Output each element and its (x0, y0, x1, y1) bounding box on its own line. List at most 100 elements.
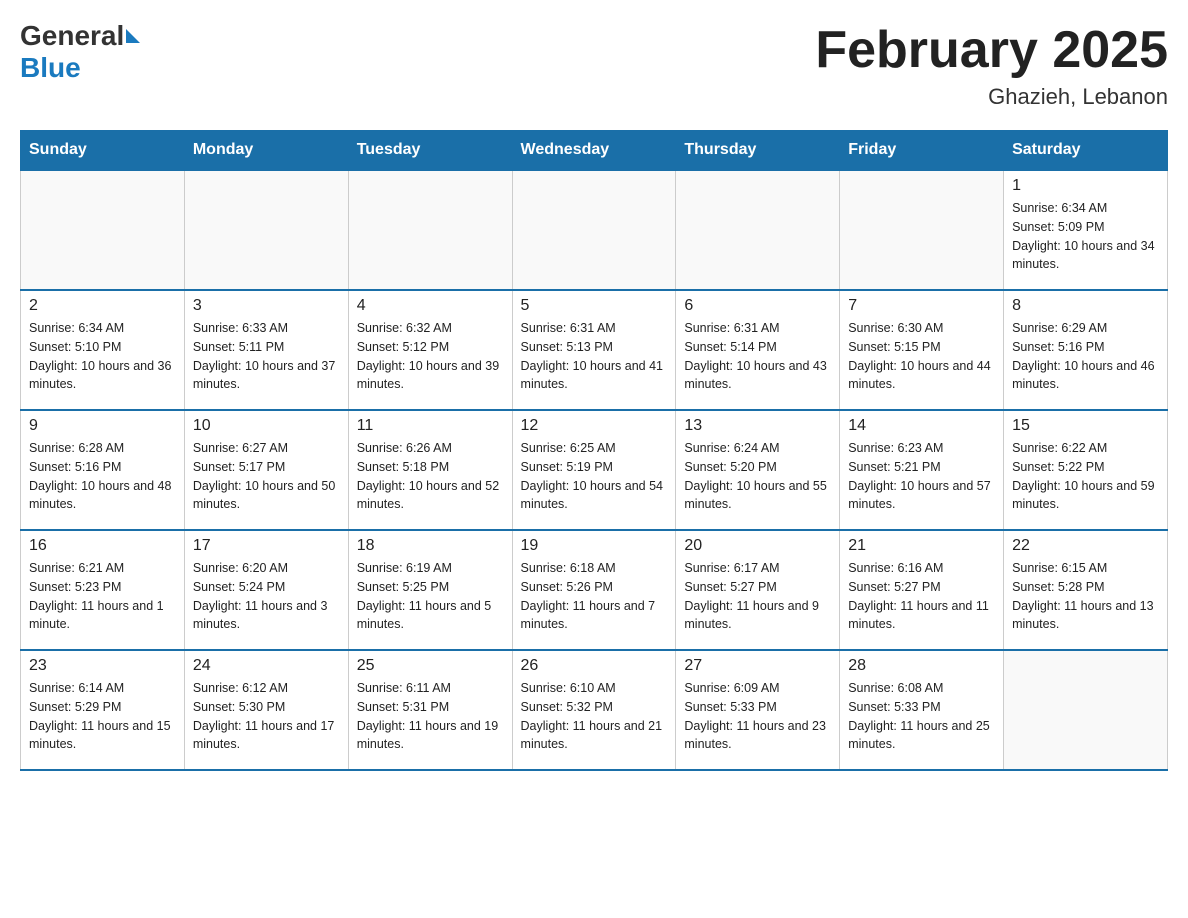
day-number: 15 (1012, 417, 1159, 435)
day-number: 16 (29, 537, 176, 555)
calendar-header-saturday: Saturday (1004, 131, 1168, 171)
day-info: Sunrise: 6:23 AMSunset: 5:21 PMDaylight:… (848, 439, 995, 514)
day-number: 5 (521, 297, 668, 315)
calendar-cell (184, 170, 348, 290)
calendar-cell: 2Sunrise: 6:34 AMSunset: 5:10 PMDaylight… (21, 290, 185, 410)
calendar-week-row: 9 Sunrise: 6:28 AMSunset: 5:16 PMDaylight… (21, 410, 1168, 530)
day-number: 18 (357, 537, 504, 555)
month-title: February 2025 (815, 20, 1168, 80)
day-info: Sunrise: 6:32 AMSunset: 5:12 PMDaylight:… (357, 319, 504, 394)
calendar-header-thursday: Thursday (676, 131, 840, 171)
calendar-week-row: 1 Sunrise: 6:34 AMSunset: 5:09 PMDaylight… (21, 170, 1168, 290)
calendar-header-tuesday: Tuesday (348, 131, 512, 171)
day-info: Sunrise: 6:18 AMSunset: 5:26 PMDaylight:… (521, 559, 668, 634)
logo-blue-text: Blue (20, 52, 81, 83)
day-number: 2 (29, 297, 176, 315)
day-info: Sunrise: 6:09 AMSunset: 5:33 PMDaylight:… (684, 679, 831, 754)
calendar-cell: 3Sunrise: 6:33 AMSunset: 5:11 PMDaylight… (184, 290, 348, 410)
day-info: Sunrise: 6:12 AMSunset: 5:30 PMDaylight:… (193, 679, 340, 754)
calendar-cell: 11 Sunrise: 6:26 AMSunset: 5:18 PMDayligh… (348, 410, 512, 530)
calendar-cell: 12 Sunrise: 6:25 AMSunset: 5:19 PMDayligh… (512, 410, 676, 530)
day-number: 9 (29, 417, 176, 435)
calendar-cell (1004, 650, 1168, 770)
page-header: General Blue February 2025 Ghazieh, Leba… (20, 20, 1168, 110)
calendar-cell (348, 170, 512, 290)
day-number: 8 (1012, 297, 1159, 315)
day-info: Sunrise: 6:16 AMSunset: 5:27 PMDaylight:… (848, 559, 995, 634)
day-number: 28 (848, 657, 995, 675)
day-info: Sunrise: 6:31 AMSunset: 5:14 PMDaylight:… (684, 319, 831, 394)
day-info: Sunrise: 6:29 AMSunset: 5:16 PMDaylight:… (1012, 319, 1159, 394)
day-number: 20 (684, 537, 831, 555)
calendar-cell: 28Sunrise: 6:08 AMSunset: 5:33 PMDayligh… (840, 650, 1004, 770)
calendar-cell (512, 170, 676, 290)
calendar-cell: 14 Sunrise: 6:23 AMSunset: 5:21 PMDayligh… (840, 410, 1004, 530)
day-info: Sunrise: 6:27 AMSunset: 5:17 PMDaylight:… (193, 439, 340, 514)
logo-general-text: General (20, 20, 124, 52)
calendar-cell: 17Sunrise: 6:20 AMSunset: 5:24 PMDayligh… (184, 530, 348, 650)
calendar-cell: 20 Sunrise: 6:17 AMSunset: 5:27 PMDayligh… (676, 530, 840, 650)
calendar-header-sunday: Sunday (21, 131, 185, 171)
day-number: 4 (357, 297, 504, 315)
calendar-cell (676, 170, 840, 290)
day-info: Sunrise: 6:25 AMSunset: 5:19 PMDaylight:… (521, 439, 668, 514)
calendar-cell: 19 Sunrise: 6:18 AMSunset: 5:26 PMDayligh… (512, 530, 676, 650)
calendar-cell: 15 Sunrise: 6:22 AMSunset: 5:22 PMDayligh… (1004, 410, 1168, 530)
day-info: Sunrise: 6:11 AMSunset: 5:31 PMDaylight:… (357, 679, 504, 754)
calendar-cell: 16Sunrise: 6:21 AMSunset: 5:23 PMDayligh… (21, 530, 185, 650)
calendar-cell: 21 Sunrise: 6:16 AMSunset: 5:27 PMDayligh… (840, 530, 1004, 650)
day-number: 21 (848, 537, 995, 555)
day-info: Sunrise: 6:31 AMSunset: 5:13 PMDaylight:… (521, 319, 668, 394)
day-number: 14 (848, 417, 995, 435)
day-number: 13 (684, 417, 831, 435)
calendar-cell: 9 Sunrise: 6:28 AMSunset: 5:16 PMDaylight… (21, 410, 185, 530)
day-info: Sunrise: 6:14 AMSunset: 5:29 PMDaylight:… (29, 679, 176, 754)
calendar-cell: 27 Sunrise: 6:09 AMSunset: 5:33 PMDayligh… (676, 650, 840, 770)
logo-arrow-icon (126, 29, 140, 43)
day-info: Sunrise: 6:26 AMSunset: 5:18 PMDaylight:… (357, 439, 504, 514)
calendar-cell: 1 Sunrise: 6:34 AMSunset: 5:09 PMDaylight… (1004, 170, 1168, 290)
calendar-week-row: 23Sunrise: 6:14 AMSunset: 5:29 PMDayligh… (21, 650, 1168, 770)
day-info: Sunrise: 6:28 AMSunset: 5:16 PMDaylight:… (29, 439, 176, 514)
calendar-cell: 10Sunrise: 6:27 AMSunset: 5:17 PMDayligh… (184, 410, 348, 530)
day-number: 7 (848, 297, 995, 315)
day-number: 27 (684, 657, 831, 675)
day-number: 25 (357, 657, 504, 675)
calendar-table: SundayMondayTuesdayWednesdayThursdayFrid… (20, 130, 1168, 771)
calendar-cell: 24 Sunrise: 6:12 AMSunset: 5:30 PMDayligh… (184, 650, 348, 770)
calendar-cell: 18Sunrise: 6:19 AMSunset: 5:25 PMDayligh… (348, 530, 512, 650)
day-number: 24 (193, 657, 340, 675)
day-number: 1 (1012, 177, 1159, 195)
day-number: 11 (357, 417, 504, 435)
day-info: Sunrise: 6:34 AMSunset: 5:09 PMDaylight:… (1012, 199, 1159, 274)
calendar-header-wednesday: Wednesday (512, 131, 676, 171)
logo: General Blue (20, 20, 142, 84)
day-info: Sunrise: 6:22 AMSunset: 5:22 PMDaylight:… (1012, 439, 1159, 514)
calendar-cell: 5 Sunrise: 6:31 AMSunset: 5:13 PMDaylight… (512, 290, 676, 410)
calendar-week-row: 16Sunrise: 6:21 AMSunset: 5:23 PMDayligh… (21, 530, 1168, 650)
day-info: Sunrise: 6:30 AMSunset: 5:15 PMDaylight:… (848, 319, 995, 394)
calendar-header-friday: Friday (840, 131, 1004, 171)
calendar-cell: 25 Sunrise: 6:11 AMSunset: 5:31 PMDayligh… (348, 650, 512, 770)
title-section: February 2025 Ghazieh, Lebanon (815, 20, 1168, 110)
day-info: Sunrise: 6:33 AMSunset: 5:11 PMDaylight:… (193, 319, 340, 394)
calendar-cell: 4 Sunrise: 6:32 AMSunset: 5:12 PMDaylight… (348, 290, 512, 410)
day-info: Sunrise: 6:17 AMSunset: 5:27 PMDaylight:… (684, 559, 831, 634)
day-number: 22 (1012, 537, 1159, 555)
calendar-cell: 13 Sunrise: 6:24 AMSunset: 5:20 PMDayligh… (676, 410, 840, 530)
day-info: Sunrise: 6:10 AMSunset: 5:32 PMDaylight:… (521, 679, 668, 754)
calendar-header-monday: Monday (184, 131, 348, 171)
location-text: Ghazieh, Lebanon (815, 84, 1168, 110)
calendar-cell: 23Sunrise: 6:14 AMSunset: 5:29 PMDayligh… (21, 650, 185, 770)
calendar-week-row: 2Sunrise: 6:34 AMSunset: 5:10 PMDaylight… (21, 290, 1168, 410)
calendar-cell (840, 170, 1004, 290)
day-number: 12 (521, 417, 668, 435)
calendar-cell: 26 Sunrise: 6:10 AMSunset: 5:32 PMDayligh… (512, 650, 676, 770)
calendar-cell: 6 Sunrise: 6:31 AMSunset: 5:14 PMDaylight… (676, 290, 840, 410)
day-number: 6 (684, 297, 831, 315)
day-info: Sunrise: 6:20 AMSunset: 5:24 PMDaylight:… (193, 559, 340, 634)
day-number: 19 (521, 537, 668, 555)
day-info: Sunrise: 6:24 AMSunset: 5:20 PMDaylight:… (684, 439, 831, 514)
calendar-header-row: SundayMondayTuesdayWednesdayThursdayFrid… (21, 131, 1168, 171)
day-number: 26 (521, 657, 668, 675)
